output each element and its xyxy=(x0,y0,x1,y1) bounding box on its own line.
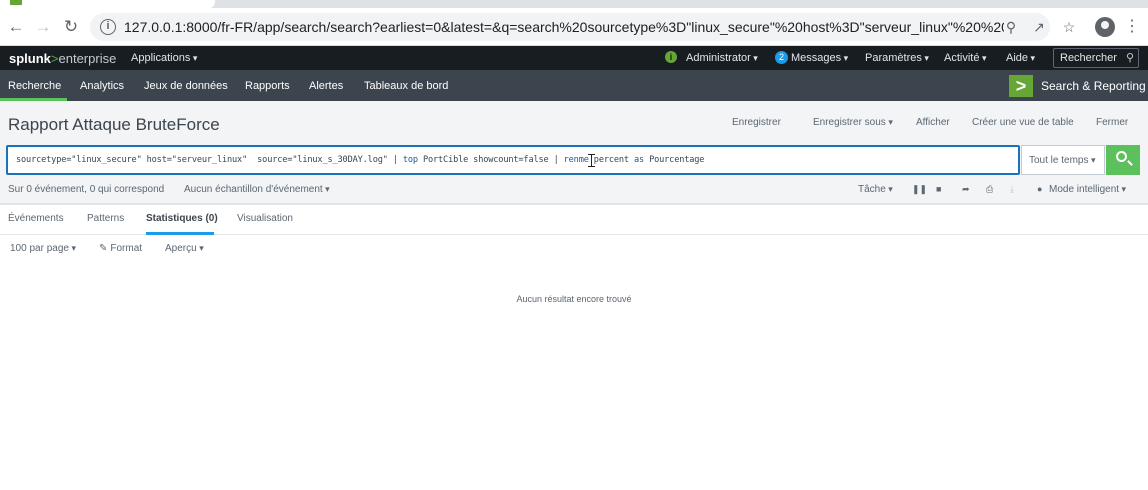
tab-statistics[interactable]: Statistiques (0) xyxy=(146,213,218,224)
job-menu[interactable]: Tâche xyxy=(858,184,893,195)
query-segment: sourcetype="linux_secure" host="serveur_… xyxy=(16,155,403,165)
tab-events[interactable]: Événements xyxy=(8,213,64,224)
search-app-icon: > xyxy=(1009,75,1033,97)
time-range-label: Tout le temps xyxy=(1029,155,1096,166)
nav-item-reports[interactable]: Rapports xyxy=(245,80,290,92)
query-command-rename: ren xyxy=(563,155,579,165)
activity-menu[interactable]: Activité xyxy=(944,52,987,64)
tab-visualization[interactable]: Visualisation xyxy=(237,213,293,224)
preview-dropdown[interactable]: Aperçu xyxy=(165,243,204,254)
pencil-icon: ✎ xyxy=(99,243,108,254)
query-segment: PortCible showcount=false | xyxy=(417,155,564,165)
global-search-placeholder: Rechercher xyxy=(1060,52,1117,64)
browser-window: ← → ↻ i 127.0.0.1:8000/fr-FR/app/search/… xyxy=(0,0,1148,490)
search-icon: ⚲ xyxy=(1125,52,1134,64)
close-button[interactable]: Fermer xyxy=(1096,117,1128,128)
url-text[interactable]: 127.0.0.1:8000/fr-FR/app/search/search?e… xyxy=(124,19,1004,35)
browser-menu-icon[interactable]: ⋮ xyxy=(1124,17,1140,37)
site-info-icon[interactable]: i xyxy=(100,19,116,35)
nav-item-recherche[interactable]: Recherche xyxy=(8,80,61,92)
messages-count-badge: 2 xyxy=(775,51,788,64)
sampling-dropdown[interactable]: Aucun échantillon d'événement xyxy=(184,184,330,195)
pause-icon[interactable]: ❚❚ xyxy=(912,184,927,195)
health-status-icon[interactable]: i xyxy=(665,51,677,63)
active-tab-indicator xyxy=(146,232,214,235)
settings-menu[interactable]: Paramètres xyxy=(865,52,929,64)
share-icon[interactable]: ➦ xyxy=(962,184,970,195)
per-page-dropdown[interactable]: 100 par page xyxy=(10,243,76,254)
save-button[interactable]: Enregistrer xyxy=(732,117,781,128)
export-icon[interactable]: ⤓ xyxy=(1010,184,1014,195)
user-menu[interactable]: Administrator xyxy=(686,52,758,64)
browser-toolbar: ← → ↻ i 127.0.0.1:8000/fr-FR/app/search/… xyxy=(0,8,1148,46)
time-range-picker[interactable]: Tout le temps xyxy=(1021,145,1105,175)
format-label: Format xyxy=(110,243,143,254)
help-menu[interactable]: Aide xyxy=(1006,52,1035,64)
event-count-text: Sur 0 événement, 0 qui correspond xyxy=(8,184,165,195)
create-table-view-button[interactable]: Créer une vue de table xyxy=(972,117,1074,128)
nav-item-datasets[interactable]: Jeux de données xyxy=(144,80,228,92)
splunk-logo[interactable]: splunk>enterprise xyxy=(9,51,116,66)
app-name: Search & Reporting xyxy=(1041,79,1146,93)
app-nav-bar: Recherche Analytics Jeux de données Rapp… xyxy=(0,70,1148,101)
query-segment: Pourcentage xyxy=(644,155,705,165)
text-cursor-icon xyxy=(588,154,595,167)
nav-item-dashboards[interactable]: Tableaux de bord xyxy=(364,80,448,92)
back-arrow-icon[interactable]: ← xyxy=(6,17,26,37)
report-header: Rapport Attaque BruteForce Enregistrer E… xyxy=(0,101,1148,143)
applications-menu[interactable]: Applications xyxy=(131,52,197,64)
address-bar[interactable]: i 127.0.0.1:8000/fr-FR/app/search/search… xyxy=(90,13,1050,41)
view-button[interactable]: Afficher xyxy=(916,117,950,128)
format-button[interactable]: ✎ Format xyxy=(99,243,142,254)
job-status-row: Sur 0 événement, 0 qui correspond Aucun … xyxy=(0,178,1148,205)
empty-results-message: Aucun résultat encore trouvé xyxy=(516,294,632,304)
forward-arrow-icon[interactable]: → xyxy=(33,17,53,37)
zoom-icon[interactable]: ⚲ xyxy=(1002,18,1020,36)
search-bar-row: sourcetype="linux_secure" host="serveur_… xyxy=(0,143,1148,178)
run-search-button[interactable] xyxy=(1106,145,1140,175)
splunk-top-bar: splunk>enterprise Applications i Adminis… xyxy=(0,46,1148,70)
browser-tab[interactable] xyxy=(0,0,215,8)
share-icon[interactable]: ↗ xyxy=(1030,18,1048,36)
browser-tab-strip xyxy=(0,0,1148,8)
search-query-input[interactable]: sourcetype="linux_secure" host="serveur_… xyxy=(6,145,1020,175)
search-icon xyxy=(1116,151,1127,162)
stop-icon[interactable]: ■ xyxy=(936,184,941,194)
nav-item-alerts[interactable]: Alertes xyxy=(309,80,343,92)
query-command-top: top xyxy=(402,155,418,165)
splunk-favicon-icon xyxy=(10,0,22,5)
results-tabs: Événements Patterns Statistiques (0) Vis… xyxy=(0,205,1148,235)
print-icon[interactable]: ⎙ xyxy=(986,184,993,195)
profile-avatar-icon[interactable] xyxy=(1095,17,1115,37)
search-query-text: sourcetype="linux_secure" host="serveur_… xyxy=(16,155,704,165)
messages-menu[interactable]: Messages xyxy=(791,52,848,64)
page-title: Rapport Attaque BruteForce xyxy=(8,115,220,134)
bookmark-star-icon[interactable]: ☆ xyxy=(1060,18,1078,36)
global-search-input[interactable]: Rechercher ⚲ xyxy=(1053,48,1139,68)
reload-icon[interactable]: ↻ xyxy=(61,17,81,37)
results-toolbar: 100 par page ✎Format Aperçu xyxy=(0,236,1148,262)
search-mode-dropdown[interactable]: Mode intelligent xyxy=(1049,184,1126,195)
nav-item-analytics[interactable]: Analytics xyxy=(80,80,124,92)
query-keyword-as: as xyxy=(633,155,645,165)
save-as-button[interactable]: Enregistrer sous xyxy=(813,117,893,128)
bulb-icon: ● xyxy=(1037,184,1043,194)
tab-patterns[interactable]: Patterns xyxy=(87,213,124,224)
query-segment: percent xyxy=(588,155,634,165)
query-command-rename-rest: me xyxy=(578,155,589,165)
